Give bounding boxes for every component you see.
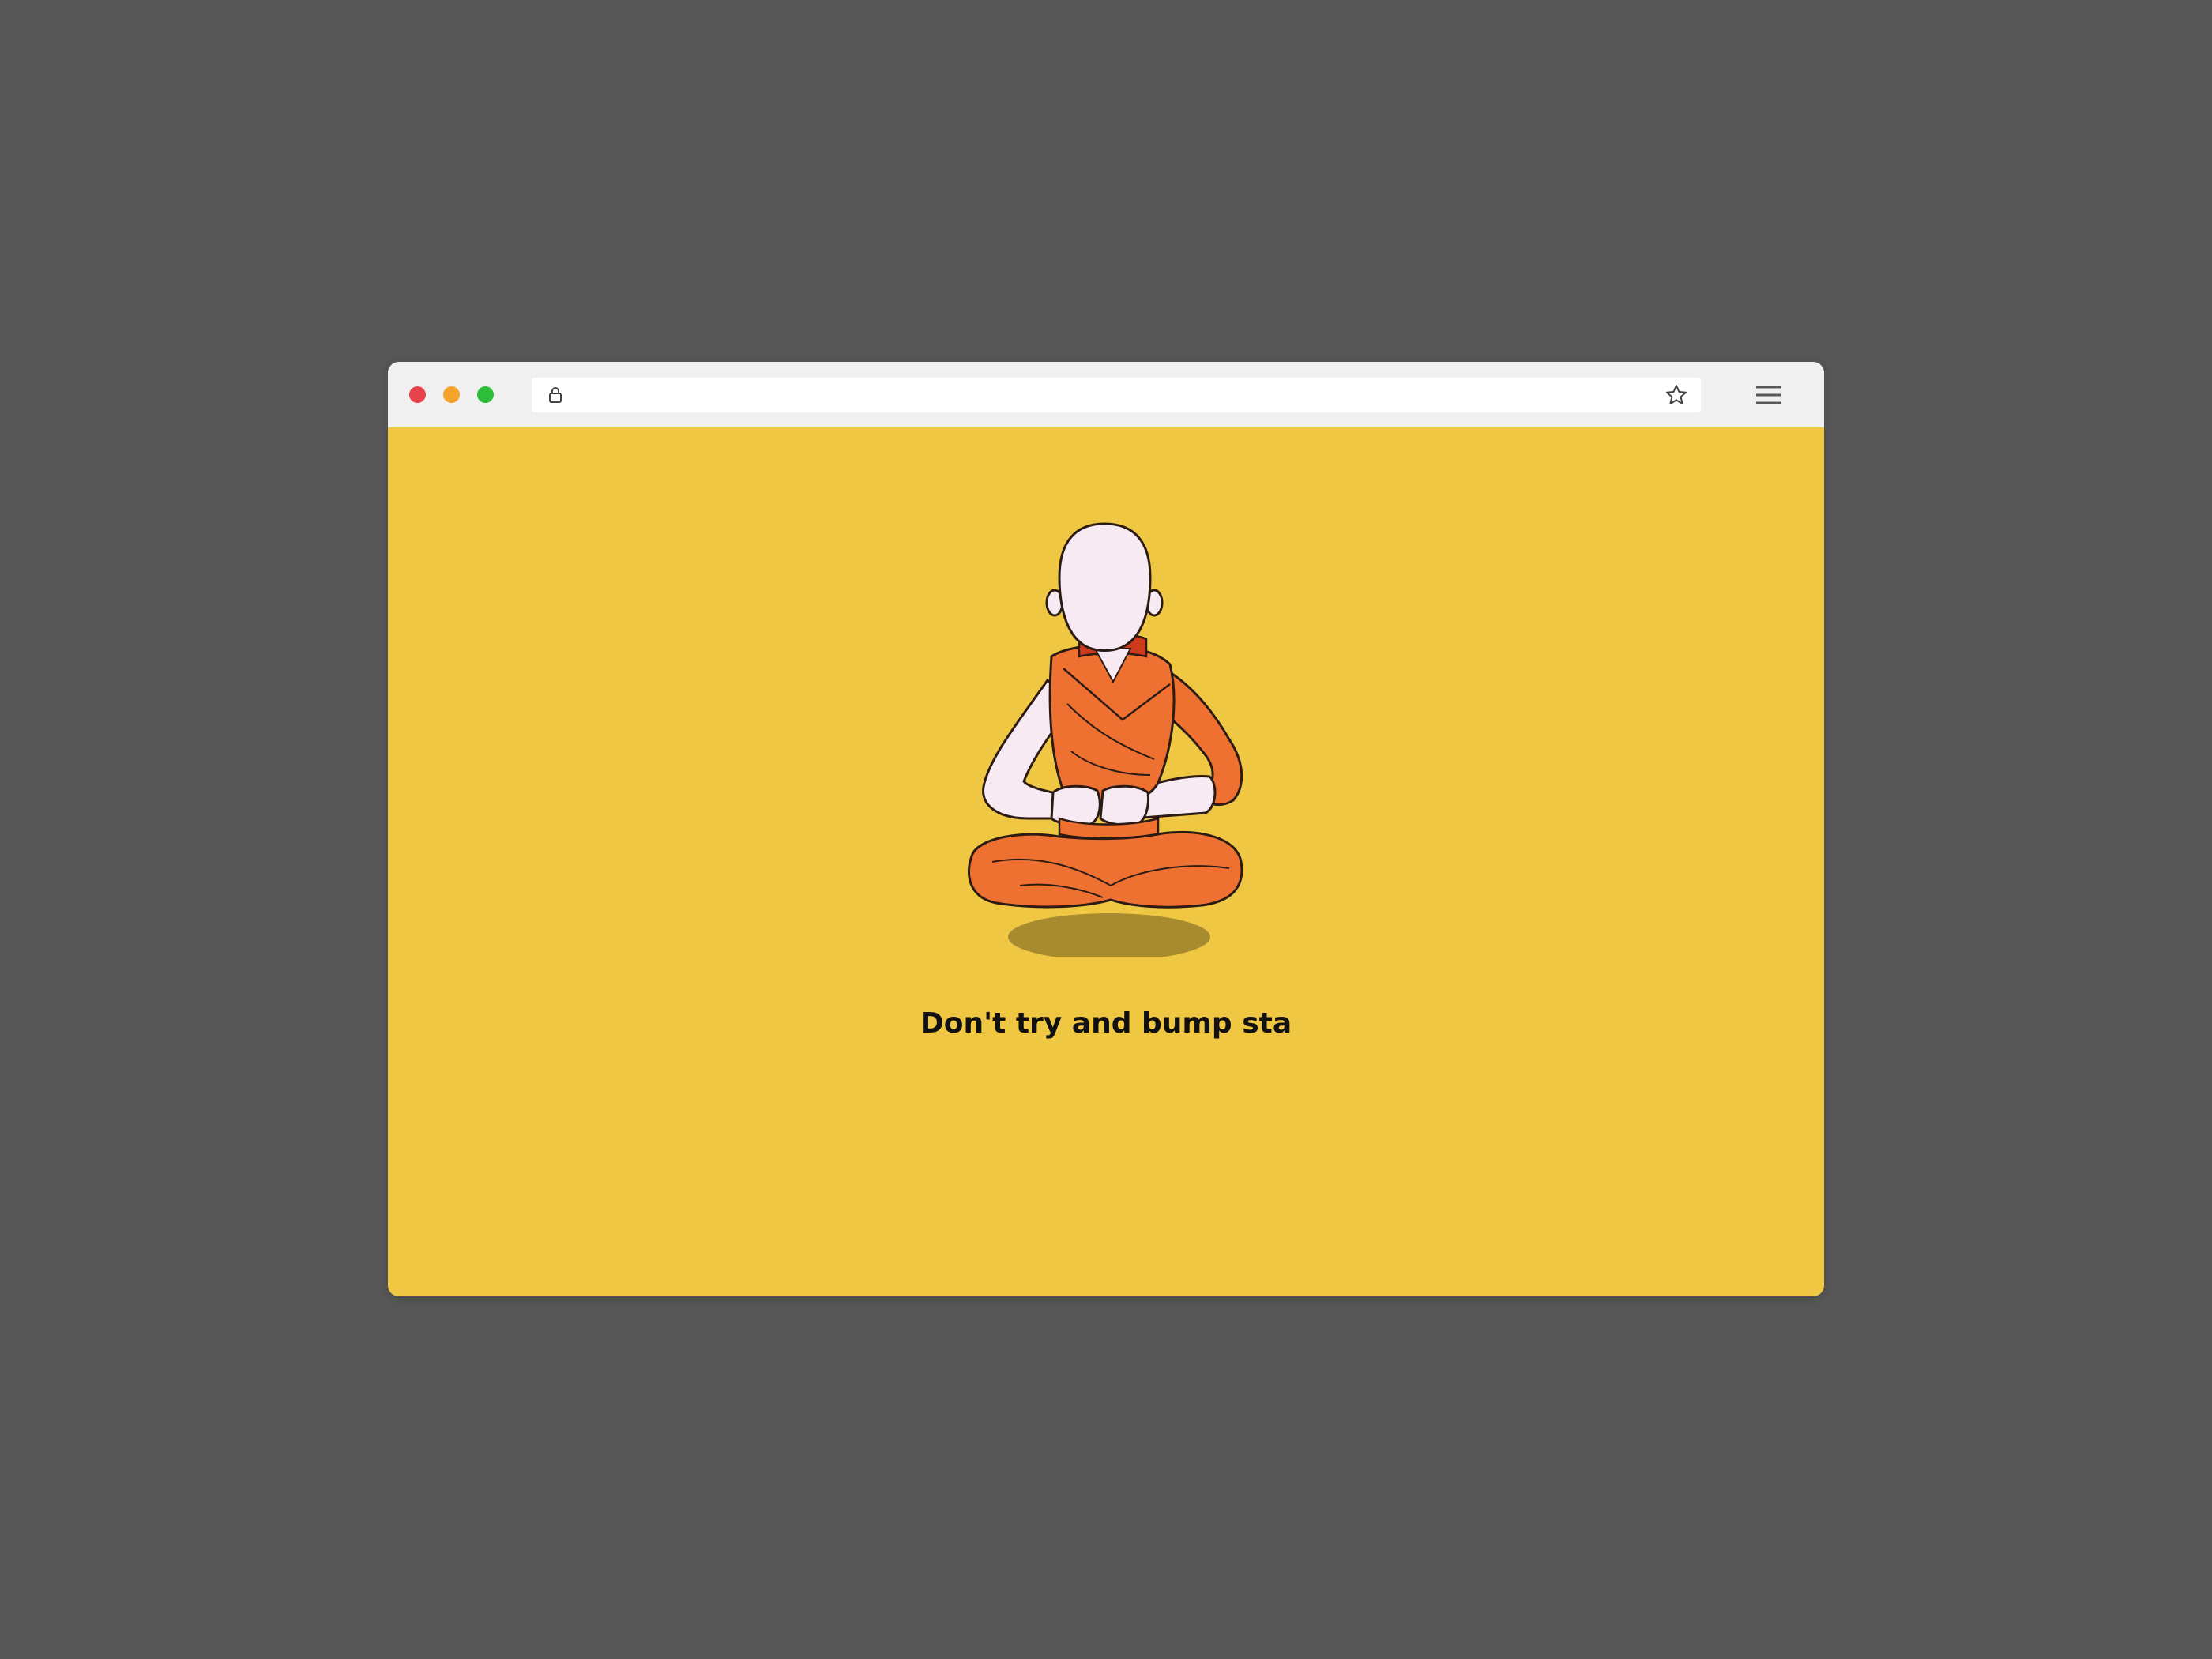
star-icon[interactable]: [1665, 383, 1688, 407]
page-message: Don't try and bump sta: [920, 1007, 1292, 1040]
monk-head: [1058, 522, 1152, 652]
hamburger-menu-icon[interactable]: [1753, 379, 1785, 411]
minimize-window-button[interactable]: [443, 386, 460, 403]
close-window-button[interactable]: [409, 386, 426, 403]
page-content: Don't try and bump sta: [388, 427, 1824, 1296]
maximize-window-button[interactable]: [477, 386, 494, 403]
browser-toolbar: [388, 362, 1824, 427]
address-bar[interactable]: [532, 378, 1701, 412]
lock-icon: [549, 387, 562, 403]
monk-legs: [967, 831, 1243, 908]
browser-window: Don't try and bump sta: [388, 362, 1824, 1296]
monk-right-hand: [1099, 784, 1149, 826]
monk-shadow: [1008, 913, 1210, 957]
meditating-monk-illustration: [967, 522, 1243, 957]
